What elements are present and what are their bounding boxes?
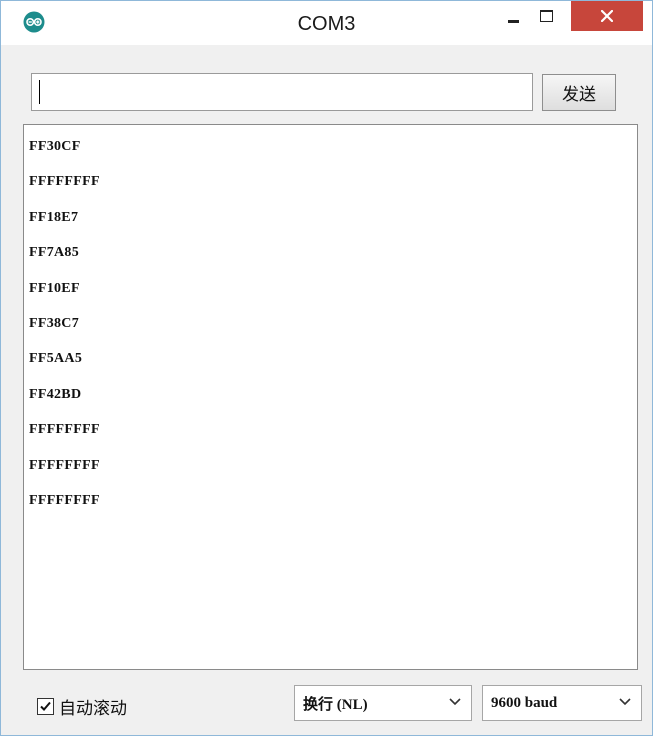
output-line: FF18E7 bbox=[29, 209, 79, 225]
output-line: FF42BD bbox=[29, 386, 82, 402]
chevron-down-icon bbox=[449, 698, 461, 706]
output-line: FFFFFFFF bbox=[29, 174, 100, 190]
serial-monitor-window: COM3 发送 FF30CF FFFFFFFF FF18E7 FF7A85 FF10EF… bbox=[0, 0, 653, 736]
baud-rate-value: 9600 baud bbox=[491, 694, 558, 711]
output-line: FF7A85 bbox=[29, 245, 80, 261]
output-line: FF38C7 bbox=[29, 315, 80, 331]
autoscroll-checkbox[interactable]: 自动滚动 bbox=[37, 694, 127, 719]
arduino-icon bbox=[23, 11, 45, 33]
text-caret bbox=[39, 80, 40, 104]
send-button[interactable]: 发送 bbox=[542, 74, 616, 111]
output-line: FFFFFFFF bbox=[29, 492, 100, 508]
line-ending-value: 换行 (NL) bbox=[303, 696, 368, 713]
minimize-button[interactable] bbox=[498, 1, 528, 31]
line-ending-select[interactable]: 换行 (NL) bbox=[294, 685, 472, 721]
close-button[interactable] bbox=[571, 1, 643, 31]
output-line: FFFFFFFF bbox=[29, 457, 100, 473]
checkmark-icon bbox=[40, 701, 51, 711]
close-icon bbox=[601, 10, 613, 22]
serial-output-area[interactable]: FF30CF FFFFFFFF FF18E7 FF7A85 FF10EF FF38C7 FF… bbox=[23, 124, 638, 670]
output-line: FF30CF bbox=[29, 139, 81, 154]
checkbox-box[interactable] bbox=[37, 697, 54, 715]
output-line: FFFFFFFF bbox=[29, 422, 100, 438]
title-bar[interactable]: COM3 bbox=[1, 1, 652, 45]
maximize-icon bbox=[539, 10, 553, 22]
send-input[interactable] bbox=[31, 73, 533, 111]
autoscroll-label: 自动滚动 bbox=[59, 698, 127, 719]
output-line: FF5AA5 bbox=[29, 351, 83, 367]
output-line: FF10EF bbox=[29, 280, 80, 296]
chevron-down-icon bbox=[619, 698, 631, 706]
baud-rate-select[interactable]: 9600 baud bbox=[482, 685, 642, 721]
minimize-icon bbox=[507, 19, 519, 23]
maximize-button[interactable] bbox=[530, 1, 562, 31]
